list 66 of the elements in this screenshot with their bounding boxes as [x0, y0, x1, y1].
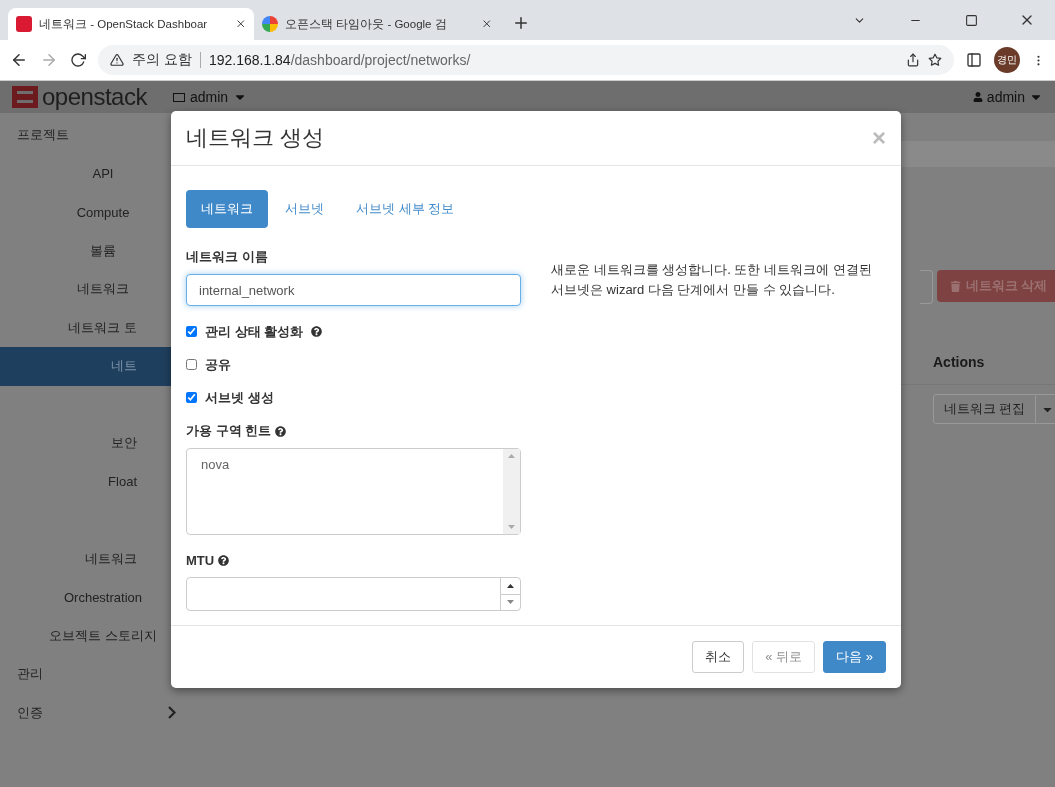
- sidebar-group[interactable]: 네트워크: [77, 280, 129, 299]
- checkbox-label: 관리 상태 활성화: [205, 322, 304, 341]
- back-icon[interactable]: [10, 51, 28, 69]
- trash-icon: [949, 280, 961, 292]
- sidebar-item[interactable]: 네트워크 토: [68, 318, 137, 337]
- checkbox[interactable]: [186, 359, 197, 370]
- sidebar-section[interactable]: 프로젝트: [17, 126, 69, 145]
- checkbox[interactable]: [186, 326, 197, 337]
- close-icon[interactable]: [234, 18, 246, 30]
- availability-zone-list[interactable]: nova: [186, 448, 521, 535]
- help-icon: [218, 554, 230, 566]
- browser-tab[interactable]: 오픈스택 타임아웃 - Google 검: [254, 8, 500, 40]
- sidebar-group[interactable]: Orchestration: [63, 589, 142, 605]
- profile-avatar[interactable]: 경민: [994, 47, 1020, 73]
- dropdown-button[interactable]: [1036, 394, 1055, 424]
- help-icon: [275, 425, 287, 437]
- sidebar-item[interactable]: 보안: [111, 434, 137, 453]
- field-label: MTU: [186, 552, 215, 568]
- address-field[interactable]: 주의 요함 192.168.1.84/dashboard/project/networks/: [98, 45, 954, 75]
- google-logo-icon: [262, 16, 278, 32]
- edit-network-button[interactable]: 네트워크 편집: [933, 394, 1037, 424]
- column-header: Actions: [933, 354, 985, 370]
- warning-icon: [110, 53, 124, 67]
- new-tab-icon[interactable]: [512, 14, 530, 32]
- sidebar-group[interactable]: 오브젝트 스토리지: [49, 626, 157, 645]
- sidebar-item[interactable]: 네트워크: [85, 549, 137, 568]
- url-text: 192.168.1.84/dashboard/project/networks/: [208, 52, 471, 68]
- openstack-logo-icon: [12, 86, 38, 108]
- project-menu[interactable]: admin: [172, 89, 248, 105]
- increment-icon[interactable]: [507, 583, 514, 588]
- list-option[interactable]: nova: [201, 457, 489, 472]
- brand-name: openstack: [42, 83, 147, 111]
- user-icon: [972, 92, 983, 102]
- reload-icon[interactable]: [70, 52, 86, 68]
- checkbox[interactable]: [186, 392, 197, 403]
- wizard-tab[interactable]: 서브넷 세부 정보: [341, 190, 470, 228]
- sidebar-group[interactable]: Compute: [76, 204, 130, 220]
- sidebar-group[interactable]: 볼륨: [90, 241, 116, 260]
- sidebar-section[interactable]: 관리: [17, 665, 43, 684]
- star-icon[interactable]: [928, 53, 942, 67]
- sidebar-section[interactable]: 인증: [17, 703, 43, 722]
- security-label: 주의 요함: [132, 51, 192, 69]
- checkbox-label: 서브넷 생성: [205, 388, 274, 407]
- network-name-field[interactable]: internal_network: [186, 274, 521, 306]
- field-label: 네트워크 이름: [186, 248, 269, 266]
- decrement-icon[interactable]: [507, 600, 514, 605]
- description-text: 새로운 네트워크를 생성합니다. 또한 네트워크에 연결된 서브넷은 wizard 다음 단계에서 만들 수 있습니다.: [551, 261, 873, 299]
- sidebar-item[interactable]: Float: [108, 474, 137, 490]
- dialog-button[interactable]: 취소: [692, 641, 745, 673]
- share-icon[interactable]: [906, 53, 920, 67]
- dialog-title: 네트워크 생성: [186, 124, 325, 152]
- browser-tab[interactable]: 네트워크 - OpenStack Dashboar: [8, 8, 254, 40]
- wizard-tab[interactable]: 서브넷: [270, 190, 339, 228]
- sidebar-item[interactable]: 네트: [111, 357, 137, 376]
- maximize-icon[interactable]: [964, 13, 978, 27]
- close-icon[interactable]: [480, 18, 492, 30]
- checkbox-label: 공유: [205, 355, 231, 374]
- sidebar-group[interactable]: API: [92, 166, 114, 182]
- field-label: 가용 구역 힌트: [186, 422, 272, 440]
- wizard-tab[interactable]: 네트워크: [186, 190, 268, 228]
- side-panel-icon[interactable]: [966, 52, 982, 68]
- mtu-field[interactable]: [186, 577, 521, 611]
- chevron-right-icon[interactable]: [168, 706, 176, 720]
- next-button[interactable]: 다음 »: [823, 641, 886, 673]
- user-menu[interactable]: admin: [972, 89, 1043, 105]
- openstack-logo-icon: [16, 16, 32, 32]
